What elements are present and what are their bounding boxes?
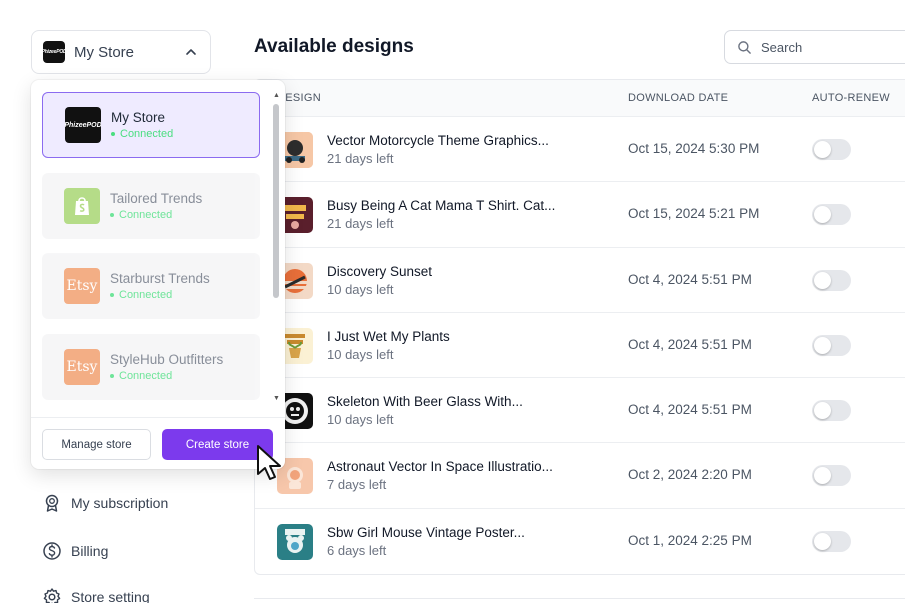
design-title[interactable]: Discovery Sunset [327,264,432,279]
app-root: PhizeePOD My Store My subscription Billi… [0,0,905,603]
gear-icon [43,588,61,603]
auto-renew-toggle[interactable] [812,139,851,160]
designs-table: DESIGN DOWNLOAD DATE AUTO-RENEW Vector M… [254,79,905,575]
connection-status: Connected [110,289,210,301]
shopify-icon [64,188,100,224]
nav-label: My subscription [71,495,169,511]
nav-label: Store setting [71,589,150,603]
days-left: 7 days left [327,477,387,493]
auto-renew-toggle[interactable] [812,465,851,487]
days-left: 6 days left [327,542,387,558]
design-title[interactable]: Astronaut Vector In Space Illustratio... [327,459,553,474]
scroll-down-icon[interactable]: ▼ [273,395,280,402]
design-title[interactable]: Sbw Girl Mouse Vintage Poster... [327,525,525,540]
days-left: 10 days left [327,346,394,362]
mouse-pointer-icon [257,445,281,480]
nav-item-billing[interactable]: Billing [42,541,108,561]
table-header: DESIGN DOWNLOAD DATE AUTO-RENEW [255,80,905,117]
store-name: Starburst Trends [110,271,210,286]
download-date: Oct 1, 2024 2:25 PM [628,532,752,548]
days-left: 10 days left [327,412,394,428]
design-title[interactable]: Vector Motorcycle Theme Graphics... [327,133,549,148]
table-row[interactable]: I Just Wet My Plants 10 days left Oct 4,… [255,313,905,379]
nav-label: Billing [71,543,109,559]
store-option-stylehub-outfitters[interactable]: Etsy StyleHub Outfitters Connected [42,334,260,400]
column-header-auto-renew: AUTO-RENEW [812,92,890,104]
divider [254,598,905,599]
status-dot [110,374,114,378]
search-input[interactable] [761,39,901,55]
connection-status: Connected [110,370,223,382]
auto-renew-toggle[interactable] [812,530,851,552]
download-date: Oct 2, 2024 2:20 PM [628,467,752,483]
store-name: My Store [111,110,166,125]
design-title[interactable]: Busy Being A Cat Mama T Shirt. Cat... [327,198,555,213]
manage-store-button[interactable]: Manage store [42,429,151,460]
search-box[interactable] [724,30,905,64]
divider [31,417,285,418]
download-date: Oct 4, 2024 5:51 PM [628,336,752,352]
design-title[interactable]: Skeleton With Beer Glass With... [327,394,523,409]
days-left: 10 days left [327,281,394,297]
nav-item-my-subscription[interactable]: My subscription [42,493,168,513]
store-option-my-store[interactable]: PhizeePOD My Store Connected [42,92,260,158]
store-name: StyleHub Outfitters [110,352,224,367]
auto-renew-toggle[interactable] [812,269,851,291]
store-logo: PhizeePOD [65,107,101,143]
download-date: Oct 15, 2024 5:21 PM [628,206,760,222]
table-row[interactable]: Sbw Girl Mouse Vintage Poster... 6 days … [255,509,905,574]
days-left: 21 days left [327,216,394,232]
table-row[interactable]: Vector Motorcycle Theme Graphics... 21 d… [255,117,905,183]
auto-renew-toggle[interactable] [812,400,851,422]
download-date: Oct 15, 2024 5:30 PM [628,141,760,156]
auto-renew-toggle[interactable] [812,334,851,356]
store-selector-label: My Store [74,43,135,61]
column-header-download-date: DOWNLOAD DATE [628,92,729,104]
days-left: 21 days left [327,151,394,166]
download-date: Oct 4, 2024 5:51 PM [628,402,752,418]
status-dot [111,132,115,136]
store-option-starburst-trends[interactable]: Etsy Starburst Trends Connected [42,253,260,319]
auto-renew-toggle[interactable] [812,204,851,226]
table-row[interactable]: Busy Being A Cat Mama T Shirt. Cat... 21… [255,182,905,248]
badge-icon [45,494,59,512]
store-logo: PhizeePOD [43,41,65,63]
chevron-up-icon [186,49,196,55]
store-dropdown: PhizeePOD My Store Connected Tailored Tr… [31,80,285,469]
connection-status: Connected [110,209,202,221]
scroll-up-icon[interactable]: ▲ [273,92,280,99]
search-icon [738,40,751,54]
status-dot [110,293,114,297]
store-selector[interactable]: PhizeePOD My Store [31,30,211,74]
table-row[interactable]: Astronaut Vector In Space Illustratio...… [255,443,905,509]
scrollbar-thumb[interactable] [273,104,279,298]
design-thumbnail [277,523,313,560]
status-dot [110,213,114,217]
store-name: Tailored Trends [110,191,203,206]
etsy-icon: Etsy [64,349,100,385]
dropdown-scrollbar[interactable]: ▲ ▼ [271,92,281,408]
etsy-icon: Etsy [64,268,100,304]
nav-item-store-setting[interactable]: Store setting [42,587,150,603]
table-row[interactable]: Skeleton With Beer Glass With... 10 days… [255,378,905,444]
store-option-tailored-trends[interactable]: Tailored Trends Connected [42,173,260,239]
table-row[interactable]: Discovery Sunset 10 days left Oct 4, 202… [255,248,905,313]
page-title: Available designs [254,36,414,57]
design-title[interactable]: I Just Wet My Plants [327,329,450,344]
connection-status: Connected [111,128,173,140]
download-date: Oct 4, 2024 5:51 PM [628,271,752,287]
dollar-icon [43,542,61,560]
